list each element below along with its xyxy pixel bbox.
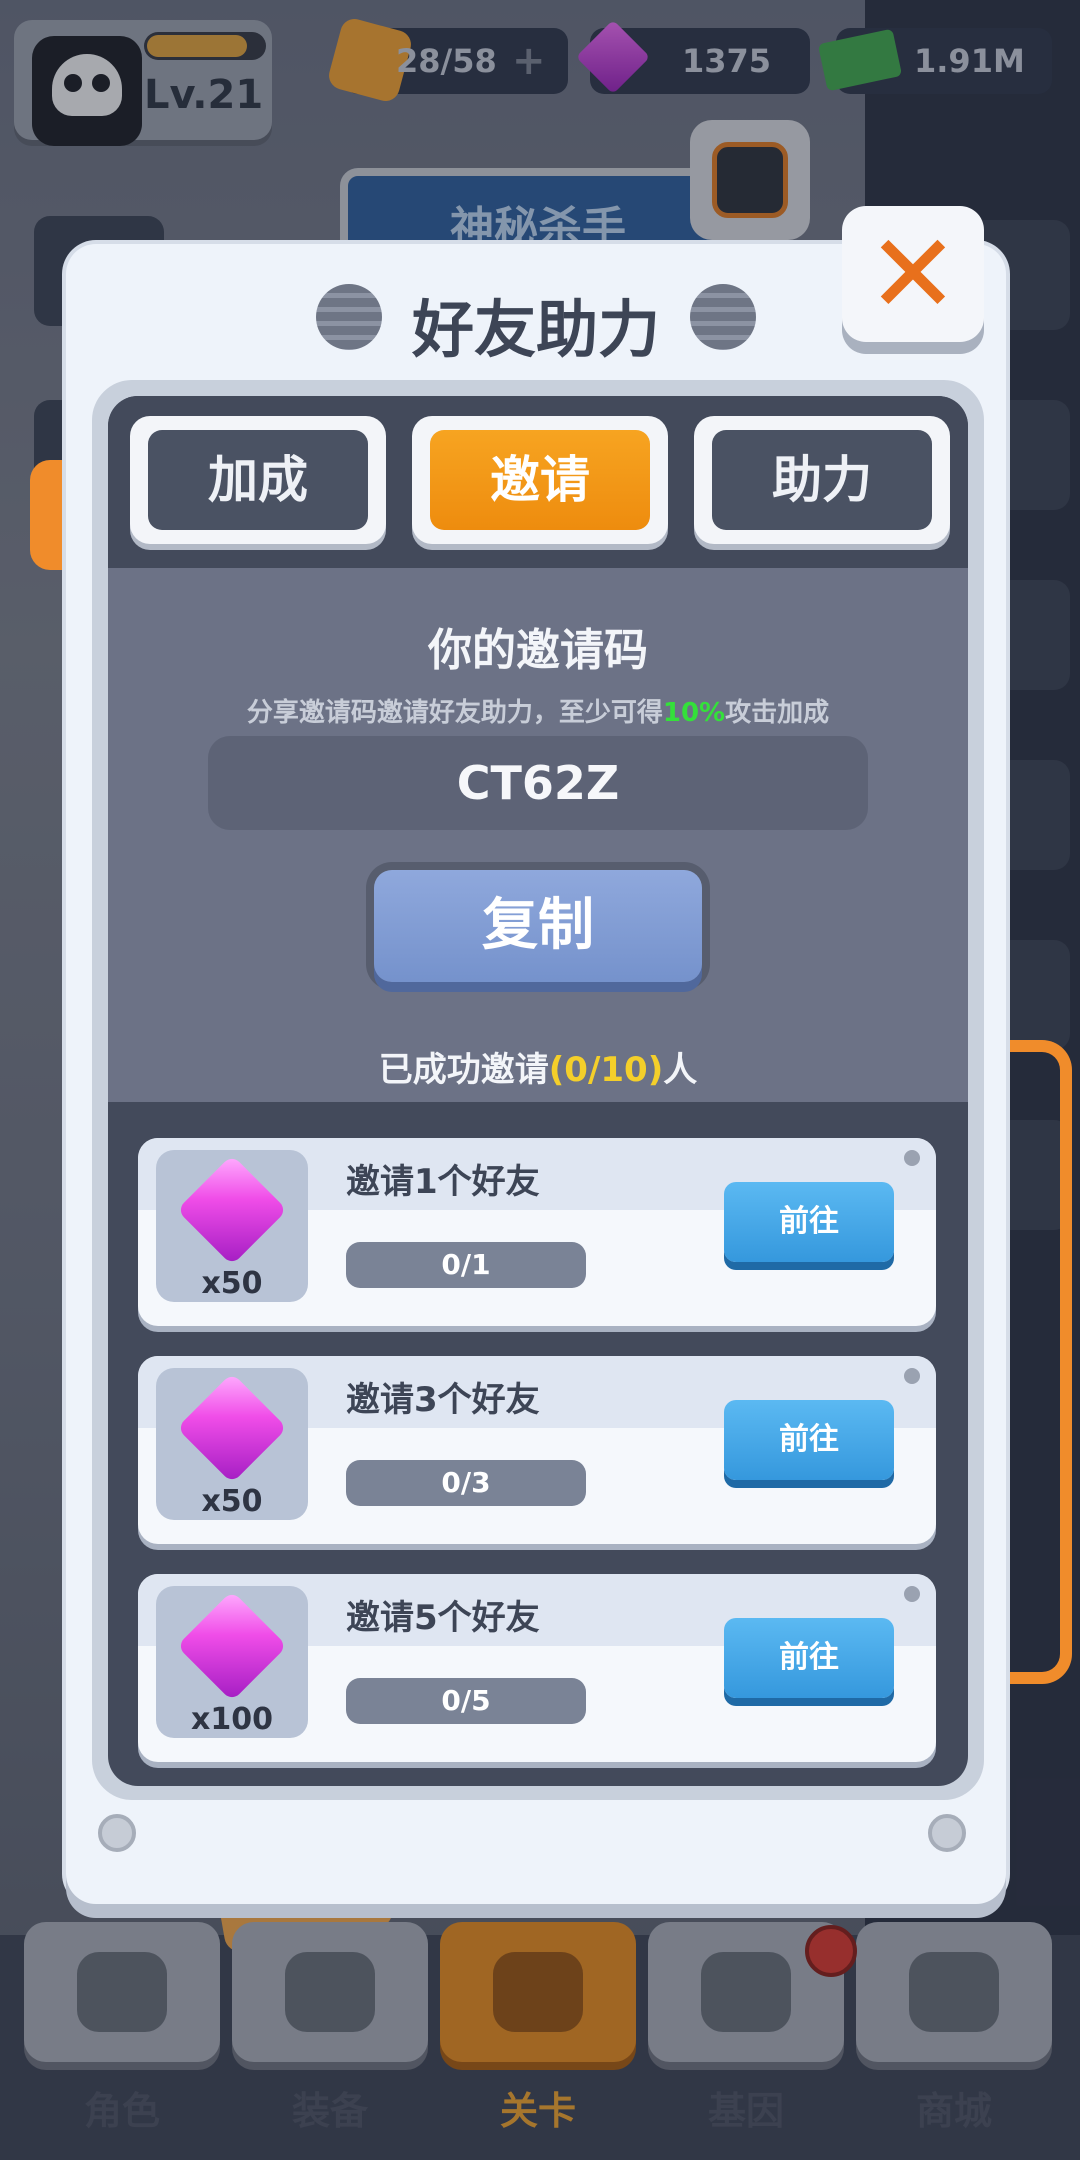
- reward-count: x100: [191, 1702, 273, 1737]
- tab-assist[interactable]: 助力: [694, 416, 950, 544]
- go-button-label: 前往: [779, 1204, 839, 1239]
- task-progress-text: 0/1: [441, 1248, 491, 1281]
- task-progress-text: 0/5: [441, 1684, 491, 1717]
- invited-count-value: (0/10): [548, 1050, 664, 1090]
- close-icon: ✕: [866, 210, 960, 338]
- go-button-label: 前往: [779, 1422, 839, 1457]
- invite-desc-highlight: 10%: [662, 698, 726, 728]
- invite-description: 分享邀请码邀请好友助力，至少可得10%攻击加成: [108, 692, 968, 729]
- go-button[interactable]: 前往: [724, 1182, 894, 1262]
- close-button[interactable]: ✕: [842, 206, 984, 342]
- tab-bonus-label: 加成: [148, 430, 368, 530]
- tab-bonus[interactable]: 加成: [130, 416, 386, 544]
- reward-count: x50: [201, 1484, 263, 1519]
- reward-icon: x100: [156, 1586, 308, 1738]
- task-title: 邀请5个好友: [346, 1598, 540, 1638]
- screw-icon: [904, 1150, 920, 1166]
- invite-code-box[interactable]: CT62Z: [208, 736, 868, 830]
- invited-prefix: 已成功邀请: [378, 1050, 549, 1090]
- task-card-invite-1: x50 邀请1个好友 0/1 前往: [138, 1138, 936, 1326]
- invite-code-heading: 你的邀请码: [428, 625, 648, 676]
- tab-invite[interactable]: 邀请: [412, 416, 668, 544]
- copy-button[interactable]: 复制: [374, 870, 702, 982]
- invite-desc-suffix: 攻击加成: [725, 698, 830, 728]
- screw-icon: [904, 1586, 920, 1602]
- gem-icon: [176, 1372, 288, 1484]
- invite-code: CT62Z: [456, 756, 620, 810]
- reward-icon: x50: [156, 1150, 308, 1302]
- invite-code-section: 你的邀请码 分享邀请码邀请好友助力，至少可得10%攻击加成 CT62Z 复制 已…: [108, 568, 968, 1102]
- task-progress-bar: 0/1: [346, 1242, 586, 1288]
- screw-icon: [98, 1814, 136, 1852]
- task-progress-bar: 0/5: [346, 1678, 586, 1724]
- copy-button-label: 复制: [482, 893, 594, 958]
- reward-count: x50: [201, 1266, 263, 1301]
- gem-icon: [176, 1590, 288, 1702]
- task-progress-bar: 0/3: [346, 1460, 586, 1506]
- task-title: 邀请1个好友: [346, 1162, 540, 1202]
- invited-count: 已成功邀请(0/10)人: [108, 1042, 968, 1091]
- task-progress-text: 0/3: [441, 1466, 491, 1499]
- invited-suffix: 人: [663, 1050, 698, 1090]
- tab-invite-label: 邀请: [430, 430, 650, 530]
- screw-icon: [904, 1368, 920, 1384]
- gem-icon: [176, 1154, 288, 1266]
- go-button[interactable]: 前往: [724, 1618, 894, 1698]
- task-card-invite-5: x100 邀请5个好友 0/5 前往: [138, 1574, 936, 1762]
- invite-desc-prefix: 分享邀请码邀请好友助力，至少可得: [246, 698, 663, 728]
- tab-assist-label: 助力: [712, 430, 932, 530]
- go-button-label: 前往: [779, 1640, 839, 1675]
- task-title: 邀请3个好友: [346, 1380, 540, 1420]
- reward-icon: x50: [156, 1368, 308, 1520]
- screw-icon: [928, 1814, 966, 1852]
- go-button[interactable]: 前往: [724, 1400, 894, 1480]
- task-card-invite-3: x50 邀请3个好友 0/3 前往: [138, 1356, 936, 1544]
- modal-handle-right: [1008, 1040, 1072, 1684]
